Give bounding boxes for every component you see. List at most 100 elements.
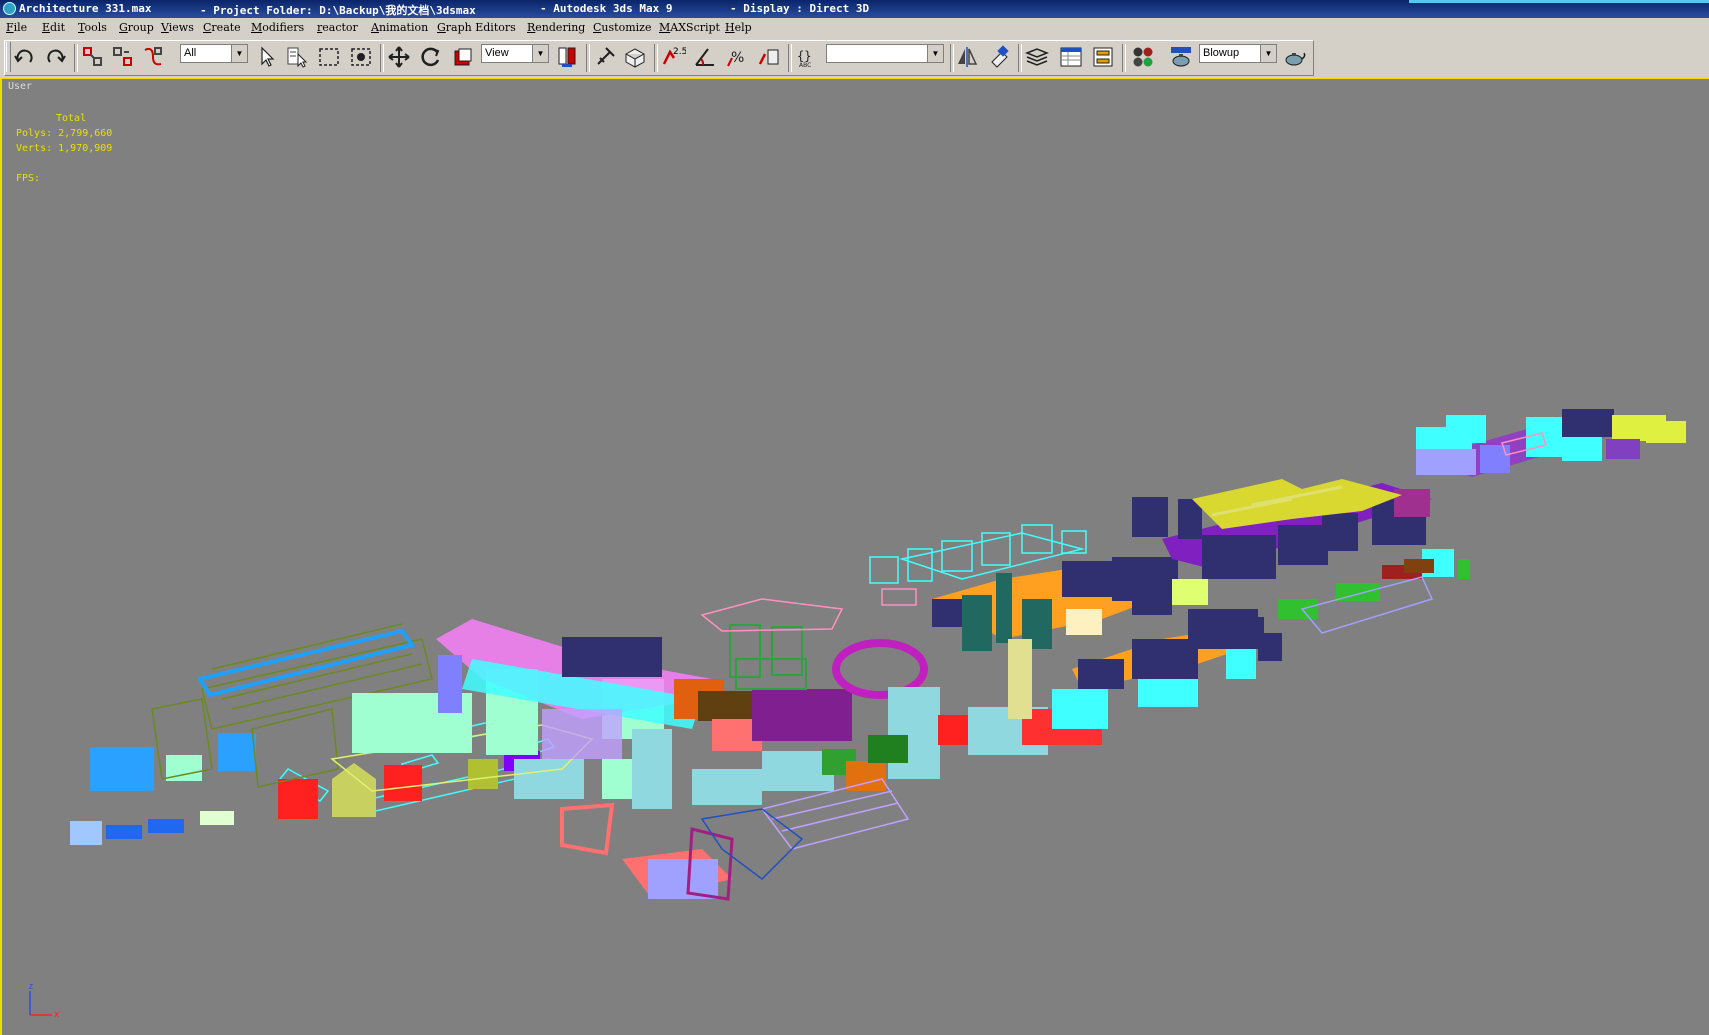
curve-editor-button[interactable]	[1058, 44, 1084, 70]
menu-animation[interactable]: Animation	[371, 21, 428, 34]
menu-help[interactable]: Help	[725, 21, 752, 34]
axis-z-label: z	[28, 982, 33, 992]
named-selection-dropdown[interactable]: ▼	[826, 44, 944, 63]
menu-modifiers[interactable]: Modifiers	[251, 21, 304, 34]
selection-filter-dropdown[interactable]: All ▼	[180, 44, 248, 63]
percent-snap-icon: %	[727, 50, 744, 67]
bind-spacewarp-button[interactable]	[140, 44, 166, 70]
manipulate-button[interactable]	[592, 44, 618, 70]
quick-render-icon	[1285, 52, 1306, 66]
mirror-button[interactable]	[954, 44, 980, 70]
undo-button[interactable]	[12, 44, 38, 70]
toolbar-grip[interactable]	[6, 42, 11, 72]
window-crossing-button[interactable]	[348, 44, 374, 70]
menu-customize[interactable]: Customize	[593, 21, 651, 34]
rotate-button[interactable]	[418, 44, 444, 70]
rect-region-icon	[319, 48, 339, 66]
edit-named-sel-icon: {}ABC	[797, 49, 811, 69]
select-link-button[interactable]	[80, 44, 106, 70]
perspective-viewport[interactable]: User Total Polys: 2,799,660 Verts: 1,970,9…	[0, 78, 1709, 1035]
scene-geometry[interactable]: z x	[2, 79, 1709, 1035]
svg-text:%: %	[731, 50, 744, 66]
spinner-snap-icon	[758, 49, 779, 65]
reference-coord-value: View	[485, 47, 509, 59]
align-icon	[991, 45, 1009, 68]
svg-text:{}: {}	[797, 49, 811, 63]
rotate-icon	[421, 47, 440, 67]
redo-button[interactable]	[42, 44, 68, 70]
render-preset-value: Blowup	[1203, 47, 1240, 59]
model-cluster	[1416, 409, 1686, 477]
menu-edit[interactable]: Edit	[42, 21, 65, 34]
title-app: - Autodesk 3ds Max 9	[540, 2, 673, 15]
percent-snap-button[interactable]: %	[724, 44, 750, 70]
layer-manager-button[interactable]	[1024, 44, 1050, 70]
menu-reactor[interactable]: reactor	[317, 21, 358, 34]
main-toolbar: All ▼ View ▼ 2.5 % {} ABC ▼ Blowup ▼	[0, 38, 1709, 78]
move-button[interactable]	[386, 44, 412, 70]
align-button[interactable]	[986, 44, 1012, 70]
menu-maxscript[interactable]: MAXScript	[659, 21, 720, 34]
menu-file[interactable]: File	[6, 21, 27, 34]
menu-bar: File Edit Tools Group Views Create Modif…	[0, 18, 1709, 38]
menu-views[interactable]: Views	[161, 21, 194, 34]
pivot-center-button[interactable]	[554, 44, 580, 70]
model-cluster	[729, 624, 807, 690]
toolbar-separator	[1122, 44, 1126, 72]
selection-filter-value: All	[184, 47, 197, 59]
toolbar-separator	[74, 44, 78, 72]
edit-named-selection-button[interactable]: {} ABC	[794, 44, 820, 70]
render-scene-icon	[1171, 47, 1191, 67]
toolbar-separator	[654, 44, 658, 72]
scale-icon	[454, 48, 472, 66]
layer-icon	[1024, 48, 1050, 66]
mirror-icon	[958, 47, 978, 67]
angle-snap-button[interactable]	[692, 44, 718, 70]
select-by-name-button[interactable]	[284, 44, 310, 70]
keyboard-shortcut-icon	[625, 48, 645, 68]
rectangular-region-button[interactable]	[316, 44, 342, 70]
menu-create[interactable]: Create	[203, 21, 241, 34]
select-object-button[interactable]	[254, 44, 280, 70]
reference-coord-dropdown[interactable]: View ▼	[481, 44, 549, 63]
title-display: - Display : Direct 3D	[730, 2, 870, 15]
title-bar: Architecture 331.max - Project Folder: D…	[0, 0, 1709, 18]
undo-icon	[14, 49, 33, 63]
window-controls[interactable]	[1409, 0, 1709, 3]
quick-render-button[interactable]	[1282, 44, 1308, 70]
move-icon	[388, 46, 410, 68]
scale-button[interactable]	[450, 44, 476, 70]
select-by-name-icon	[287, 47, 308, 68]
material-editor-button[interactable]	[1130, 44, 1156, 70]
menu-graph-editors[interactable]: Graph Editors	[437, 21, 516, 34]
title-file: Architecture 331.max	[19, 2, 152, 15]
render-preset-dropdown[interactable]: Blowup ▼	[1199, 44, 1277, 63]
schematic-icon	[1093, 47, 1113, 67]
redo-icon	[47, 49, 66, 63]
snap-toggle-button[interactable]: 2.5	[660, 44, 687, 70]
unlink-icon	[113, 47, 132, 66]
svg-text:ABC: ABC	[799, 62, 811, 69]
unlink-button[interactable]	[110, 44, 136, 70]
manipulate-icon	[597, 47, 615, 65]
angle-snap-icon	[695, 48, 714, 66]
window-crossing-icon	[351, 48, 371, 66]
schematic-view-button[interactable]	[1090, 44, 1116, 70]
menu-tools[interactable]: Tools	[78, 21, 107, 34]
select-link-icon	[83, 47, 102, 66]
app-icon[interactable]	[3, 2, 16, 15]
chevron-down-icon: ▼	[1260, 45, 1276, 62]
svg-text:2.5: 2.5	[673, 47, 686, 57]
model-base	[196, 628, 416, 698]
menu-rendering[interactable]: Rendering	[527, 21, 585, 34]
spinner-snap-button[interactable]	[756, 44, 782, 70]
pivot-icon	[558, 47, 576, 67]
material-editor-icon	[1133, 47, 1153, 67]
toolbar-separator	[788, 44, 792, 72]
menu-group[interactable]: Group	[119, 21, 154, 34]
model-cluster	[674, 639, 1108, 805]
keyboard-shortcut-button[interactable]	[622, 44, 648, 70]
bind-spacewarp-icon	[144, 47, 162, 66]
render-scene-button[interactable]	[1168, 44, 1194, 70]
axis-tripod: z x	[28, 982, 60, 1020]
